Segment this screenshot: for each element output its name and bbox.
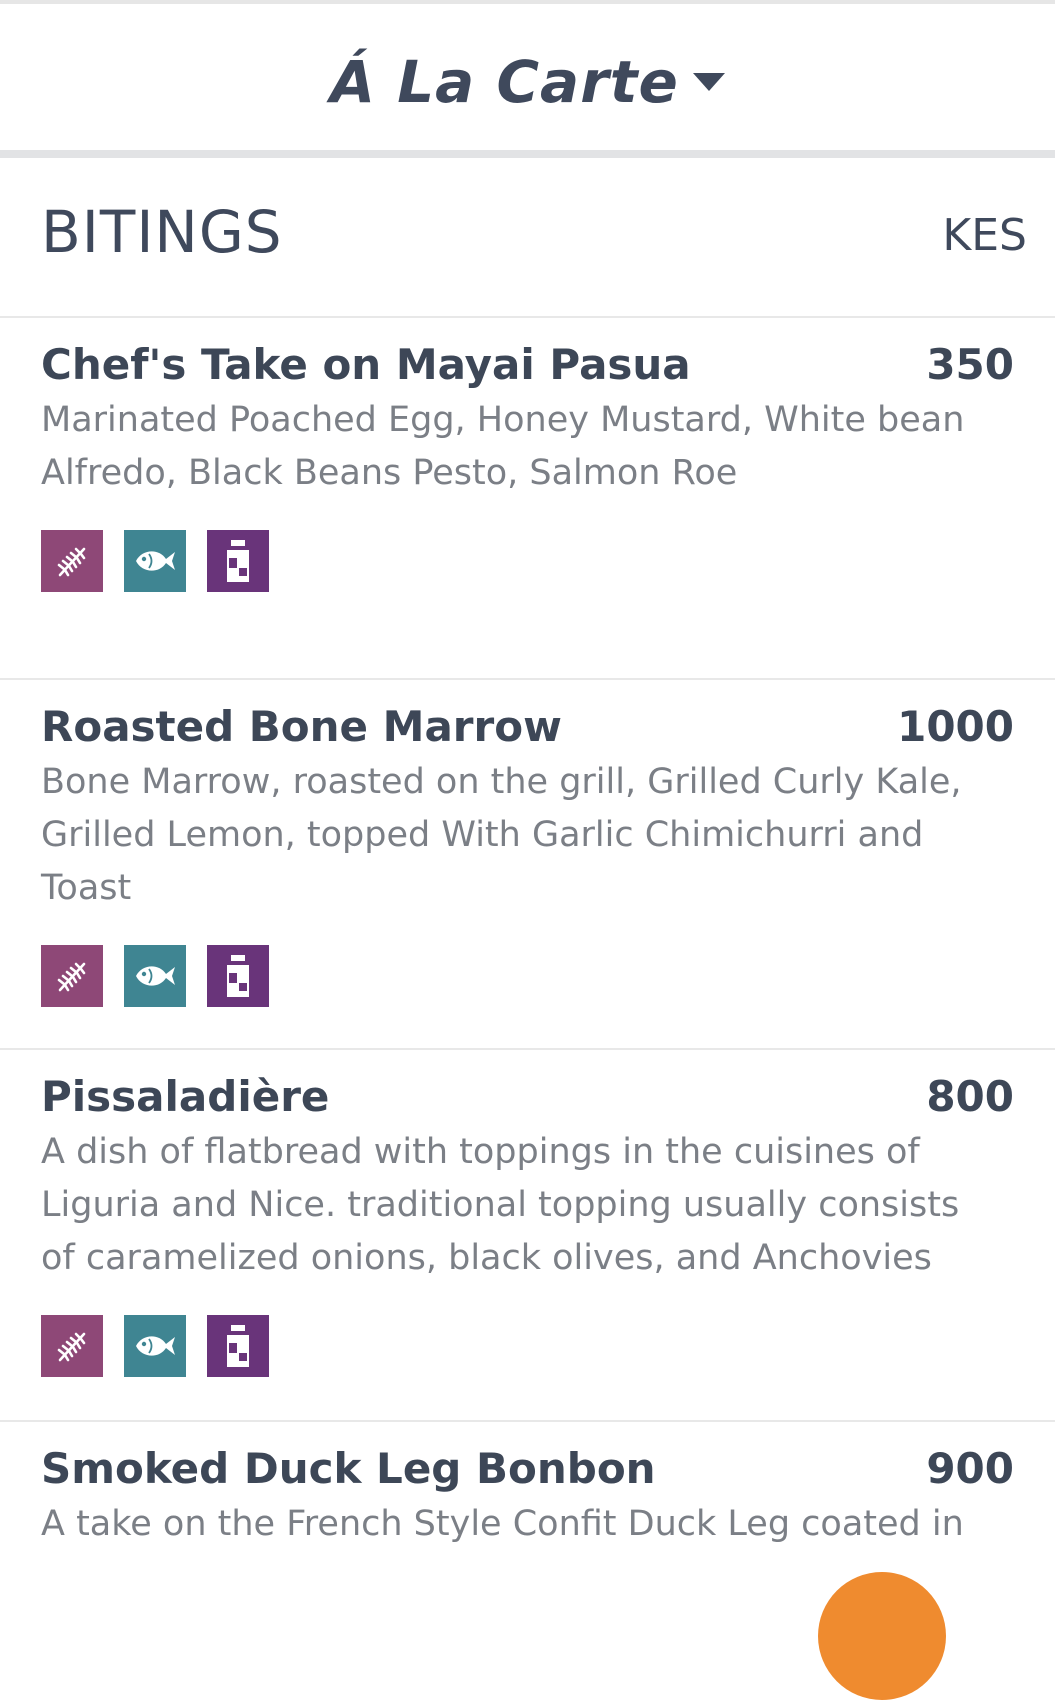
- item-description: A dish of flatbread with toppings in the…: [41, 1132, 960, 1278]
- item-price: 350: [926, 340, 1014, 389]
- milk-icon[interactable]: [207, 530, 269, 592]
- item-price: 900: [926, 1444, 1014, 1493]
- section-header: BITINGS KES: [0, 158, 1055, 318]
- fish-icon[interactable]: [124, 945, 186, 1007]
- fish-icon[interactable]: [124, 1315, 186, 1377]
- item-price: 1000: [897, 702, 1014, 751]
- item-description: Bone Marrow, roasted on the grill, Grill…: [41, 762, 962, 908]
- item-price: 800: [926, 1072, 1014, 1121]
- item-name: Roasted Bone Marrow: [41, 702, 562, 751]
- item-name: Chef's Take on Mayai Pasua: [41, 340, 691, 389]
- floating-action-button[interactable]: [818, 1572, 946, 1700]
- menu-title: Á La Carte: [330, 48, 679, 116]
- menu-item[interactable]: Pissaladière 800 A dish of flatbread wit…: [0, 1050, 1055, 1422]
- currency-label: KES: [942, 210, 1027, 261]
- wheat-icon[interactable]: [41, 530, 103, 592]
- allergen-icons: [41, 1315, 1014, 1377]
- item-name: Smoked Duck Leg Bonbon: [41, 1444, 656, 1493]
- wheat-icon[interactable]: [41, 1315, 103, 1377]
- menu-item[interactable]: Roasted Bone Marrow 1000 Bone Marrow, ro…: [0, 680, 1055, 1050]
- menu-selector-dropdown[interactable]: Á La Carte: [0, 48, 1055, 116]
- caret-down-icon: [692, 73, 725, 91]
- allergen-icons: [41, 530, 1014, 592]
- allergen-icons: [41, 945, 1014, 1007]
- item-name: Pissaladière: [41, 1072, 330, 1121]
- item-description: Marinated Poached Egg, Honey Mustard, Wh…: [41, 400, 965, 493]
- menu-item-list: Chef's Take on Mayai Pasua 350 Marinated…: [0, 318, 1055, 1622]
- milk-icon[interactable]: [207, 1315, 269, 1377]
- milk-icon[interactable]: [207, 945, 269, 1007]
- top-bar: Á La Carte: [0, 0, 1055, 150]
- wheat-icon[interactable]: [41, 945, 103, 1007]
- fish-icon[interactable]: [124, 530, 186, 592]
- header-divider: [0, 150, 1055, 158]
- menu-item[interactable]: Chef's Take on Mayai Pasua 350 Marinated…: [0, 318, 1055, 680]
- item-description: A take on the French Style Confit Duck L…: [41, 1504, 964, 1544]
- section-title: BITINGS: [41, 198, 283, 266]
